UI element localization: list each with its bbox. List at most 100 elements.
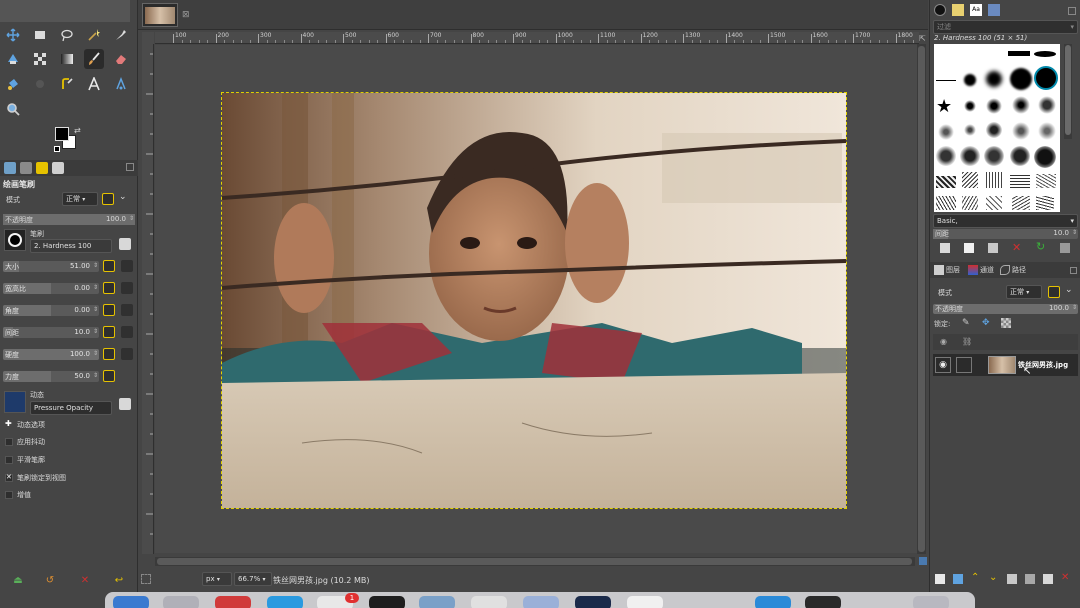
new-layer-button[interactable] [935, 574, 945, 584]
swap-colors-icon[interactable]: ⇄ [74, 126, 81, 135]
trash-dock-icon[interactable] [913, 596, 949, 608]
brush-item[interactable] [960, 146, 980, 166]
default-colors-icon[interactable] [54, 146, 60, 152]
mask-layer-button[interactable] [1043, 574, 1053, 584]
reset-options-icon[interactable]: ↩ [112, 573, 126, 587]
refresh-brushes-button[interactable]: ↻ [1036, 240, 1045, 253]
vertical-ruler[interactable] [142, 44, 154, 554]
layer-mode-chevron-icon[interactable]: ⌄ [1065, 285, 1073, 295]
layers-tab-icon[interactable] [934, 265, 944, 275]
brush-preset-dropdown[interactable]: Basic, ▾ [933, 214, 1078, 228]
slider-spin-icon[interactable]: ⇕ [93, 284, 98, 291]
reset-to-default-icon[interactable] [103, 282, 115, 294]
mode-chevron-icon[interactable]: ⌄ [119, 192, 127, 202]
photo-image[interactable] [221, 92, 847, 509]
reset-to-default-icon[interactable] [103, 326, 115, 338]
app-dock-icon-7[interactable] [755, 596, 791, 608]
brush-item[interactable] [984, 146, 1004, 166]
brush-item[interactable] [936, 196, 956, 210]
reset-to-default-icon[interactable] [103, 348, 115, 360]
transform-tool-icon[interactable] [3, 49, 23, 69]
device-status-tab-icon[interactable] [20, 162, 32, 174]
ruler-corner[interactable] [142, 32, 154, 44]
layer-mode-dropdown[interactable]: 正常 ▾ [1006, 285, 1042, 299]
slider-spin-icon[interactable]: ⇕ [93, 262, 98, 269]
brush-param-slider[interactable]: 硬度 100.0 ⇕ [3, 349, 99, 360]
bucket-fill-tool-icon[interactable] [3, 74, 23, 94]
anchor-layer-button[interactable] [1025, 574, 1035, 584]
layers-tab[interactable]: 图层 [946, 265, 960, 275]
app-dock-icon-5[interactable] [575, 596, 611, 608]
brush-item[interactable]: ★ [936, 96, 952, 117]
raise-layer-button[interactable]: ⌃ [971, 572, 979, 583]
save-options-icon[interactable]: ⏏ [11, 573, 25, 587]
link-to-brush-icon[interactable] [121, 348, 133, 360]
dynamics-name-field[interactable]: Pressure Opacity [30, 401, 112, 415]
layer-thumbnail[interactable] [988, 356, 1016, 374]
brush-item[interactable] [986, 172, 1002, 188]
fonts-tab-icon[interactable]: Aa [970, 4, 982, 16]
reset-to-default-icon[interactable] [103, 304, 115, 316]
brush-item[interactable] [1038, 122, 1056, 140]
launchpad-dock-icon[interactable] [163, 596, 199, 608]
brush-item[interactable] [986, 98, 1002, 114]
channels-tab-icon[interactable] [968, 265, 978, 275]
option-checkbox[interactable]: 增值 [3, 489, 133, 501]
rect-select-tool-icon[interactable] [30, 25, 50, 45]
navigate-icon[interactable] [919, 557, 927, 565]
app-dock-icon-8[interactable] [805, 596, 841, 608]
paths-tab-icon[interactable] [1000, 265, 1010, 275]
brush-item[interactable] [1034, 146, 1056, 168]
smudge-tool-icon[interactable] [30, 74, 50, 94]
delete-options-icon[interactable]: ✕ [78, 573, 92, 587]
brush-param-slider[interactable]: 大小 51.00 ⇕ [3, 261, 99, 272]
brush-param-slider[interactable]: 力度 50.0 ⇕ [3, 371, 99, 382]
close-image-tab-icon[interactable]: ⊠ [182, 10, 190, 20]
brush-spacing-slider[interactable]: 间距 10.0 ⇕ [933, 229, 1078, 239]
app-dock-icon-2[interactable] [419, 596, 455, 608]
duplicate-brush-button[interactable] [988, 243, 998, 253]
brush-item[interactable] [1012, 196, 1030, 210]
checkbox-box[interactable] [5, 491, 13, 499]
app-dock-icon-4[interactable] [523, 596, 559, 608]
brush-name-field[interactable]: 2. Hardness 100 [30, 239, 112, 253]
slider-spin-icon[interactable]: ⇕ [93, 372, 98, 379]
brush-item[interactable] [986, 196, 1002, 210]
finder-dock-icon[interactable] [113, 596, 149, 608]
opacity-spin-icon[interactable]: ⇕ [129, 215, 134, 222]
duplicate-layer-button[interactable] [1007, 574, 1017, 584]
channels-tab[interactable]: 通道 [980, 265, 994, 275]
checkbox-box[interactable] [5, 473, 13, 482]
brush-item[interactable] [1012, 96, 1030, 114]
mode-switch-icon[interactable] [102, 193, 114, 205]
reset-to-default-icon[interactable] [103, 260, 115, 272]
new-layer-group-button[interactable] [953, 574, 963, 584]
reset-to-default-icon[interactable] [103, 370, 115, 382]
brush-item[interactable] [962, 172, 978, 188]
images-tab-icon[interactable] [52, 162, 64, 174]
layer-row[interactable]: ◉ 铁丝网男孩.jpg ↖ [933, 354, 1078, 377]
brush-param-slider[interactable]: 间距 10.0 ⇕ [3, 327, 99, 338]
layer-opacity-spin-icon[interactable]: ⇕ [1072, 304, 1077, 311]
brush-param-slider[interactable]: 角度 0.00 ⇕ [3, 305, 99, 316]
documents-tab-icon[interactable] [988, 4, 1000, 16]
warp-tool-icon[interactable] [30, 49, 50, 69]
lasso-tool-icon[interactable] [57, 25, 77, 45]
app-store-dock-icon[interactable] [267, 596, 303, 608]
configure-brush-tab-icon[interactable] [1068, 7, 1076, 15]
link-to-brush-icon[interactable] [121, 260, 133, 272]
vertical-scrollbar[interactable] [917, 44, 926, 554]
edit-brush-icon[interactable] [119, 238, 131, 250]
link-to-brush-icon[interactable] [121, 304, 133, 316]
lock-position-icon[interactable]: ✥ [982, 318, 990, 328]
brush-item[interactable] [938, 124, 954, 140]
gradient-tool-icon[interactable] [57, 49, 77, 69]
layer-chain-toggle[interactable] [956, 357, 972, 373]
app-dock-icon-6[interactable] [627, 596, 663, 608]
spacing-spin-icon[interactable]: ⇕ [1072, 229, 1077, 236]
image-tab-thumbnail[interactable] [142, 3, 178, 27]
checkbox-box[interactable] [5, 456, 13, 464]
horizontal-ruler[interactable]: 100 200 300 400 500 600 700 800 900 1000 1100 1200 1… [155, 32, 919, 44]
eraser-tool-icon[interactable] [111, 49, 131, 69]
option-checkbox[interactable]: 应用抖动 [3, 436, 133, 448]
